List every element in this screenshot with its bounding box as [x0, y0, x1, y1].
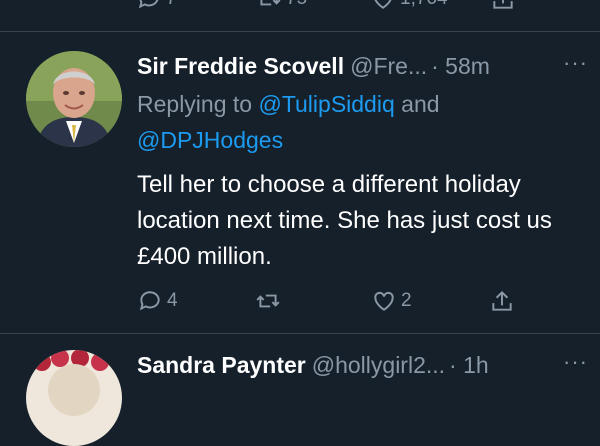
- retweet-icon: [256, 294, 280, 308]
- like-count: 1,764: [400, 0, 448, 10]
- share-action[interactable]: [489, 288, 515, 314]
- avatar-photo: [26, 350, 122, 446]
- share-icon: [492, 290, 512, 311]
- reply-icon: [138, 0, 159, 9]
- heart-icon: [374, 291, 394, 311]
- share-icon: [493, 0, 513, 9]
- retweet-count: 75: [286, 0, 307, 10]
- avatar[interactable]: [26, 51, 122, 147]
- like-count: 2: [401, 290, 412, 311]
- author-handle[interactable]: @hollygirl2...: [312, 352, 445, 379]
- tweet-time[interactable]: · 58m: [431, 53, 490, 80]
- avatar-photo: [26, 51, 122, 147]
- author-name[interactable]: Sir Freddie Scovell: [137, 53, 344, 80]
- reply-count: 7: [166, 0, 177, 10]
- like-action[interactable]: 1,764: [370, 0, 448, 12]
- retweet-icon: [260, 0, 281, 6]
- tweet-time[interactable]: · 1h: [449, 352, 489, 379]
- mention-link[interactable]: @DPJHodges: [137, 127, 283, 153]
- share-action[interactable]: [490, 0, 516, 12]
- heart-icon: [374, 0, 392, 9]
- tweet-text: Tell her to choose a different holiday l…: [137, 171, 552, 270]
- reply-count: 4: [167, 290, 178, 311]
- replying-to-prefix: Replying to: [137, 91, 259, 117]
- retweet-action[interactable]: [255, 288, 285, 314]
- more-options-icon[interactable]: ···: [563, 349, 588, 375]
- mention-link[interactable]: @TulipSiddiq: [258, 91, 394, 117]
- reply-action[interactable]: 4: [137, 288, 178, 314]
- replying-and: and: [394, 91, 440, 117]
- divider: [0, 31, 600, 32]
- reply-action[interactable]: 7: [136, 0, 177, 12]
- divider: [0, 333, 600, 334]
- author-name[interactable]: Sandra Paynter: [137, 352, 306, 379]
- reply-icon: [139, 291, 160, 311]
- next-tweet-header: Sandra Paynter @hollygirl2... · 1h ···: [137, 349, 592, 381]
- author-handle[interactable]: @Fre...: [350, 53, 427, 80]
- replying-to: Replying to @TulipSiddiq and @DPJHodges: [137, 86, 577, 158]
- previous-tweet-actions: 7 75 1,764: [0, 0, 600, 16]
- retweet-action[interactable]: 75: [256, 0, 307, 12]
- like-action[interactable]: 2: [371, 288, 412, 314]
- avatar[interactable]: [26, 350, 122, 446]
- tweet-actions: 4 2: [137, 284, 557, 318]
- more-options-icon[interactable]: ···: [563, 50, 588, 76]
- tweet-header: Sir Freddie Scovell @Fre... · 58m ···: [137, 50, 592, 82]
